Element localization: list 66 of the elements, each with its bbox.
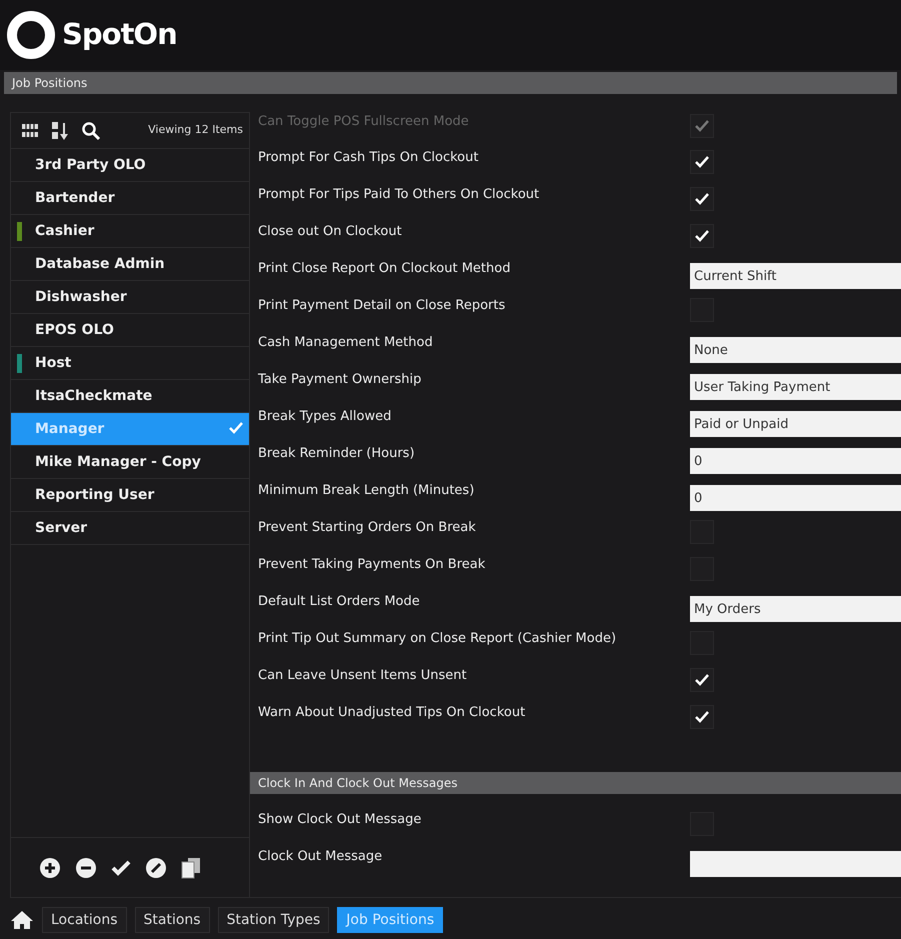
list-item[interactable]: 3rd Party OLO [11, 149, 249, 182]
setting-label: Can Toggle POS Fullscreen Mode [257, 113, 470, 131]
setting-label: Print Payment Detail on Close Reports [257, 297, 506, 315]
list-item[interactable]: Database Admin [11, 248, 249, 281]
setting-label: Default List Orders Mode [257, 593, 421, 611]
setting-label: Cash Management Method [257, 334, 434, 352]
setting-label: Take Payment Ownership [257, 371, 422, 389]
checkbox[interactable] [690, 150, 714, 174]
setting-label: Clock Out Message [257, 848, 384, 866]
checkbox[interactable] [690, 187, 714, 211]
remove-icon[interactable] [75, 856, 97, 878]
input-field[interactable]: My Orders [690, 596, 901, 622]
setting-label: Break Reminder (Hours) [257, 445, 416, 463]
setting-label: Break Types Allowed [257, 408, 392, 426]
tab[interactable]: Stations [134, 907, 210, 933]
logo-icon [6, 10, 56, 60]
tab[interactable]: Station Types [218, 907, 330, 933]
brand-name: SpotOn [62, 16, 177, 54]
input-field[interactable]: 0 [690, 485, 901, 511]
sort-az-icon[interactable] [51, 120, 69, 140]
setting-label: Show Clock Out Message [257, 811, 422, 829]
list-item[interactable]: Host [11, 347, 249, 380]
input-field[interactable]: 0 [690, 448, 901, 474]
check-icon [695, 674, 709, 686]
setting-label: Print Close Report On Clockout Method [257, 260, 512, 278]
input-field[interactable]: User Taking Payment [690, 374, 901, 400]
input-field[interactable]: Current Shift [690, 263, 901, 289]
setting-label: Close out On Clockout [257, 223, 403, 241]
home-icon[interactable] [10, 910, 34, 930]
setting-label: Can Leave Unsent Items Unsent [257, 667, 468, 685]
checkbox[interactable] [690, 224, 714, 248]
copy-icon[interactable] [181, 856, 201, 878]
check-icon [229, 422, 243, 434]
setting-label: Prevent Starting Orders On Break [257, 519, 477, 537]
list-item[interactable]: Cashier [11, 215, 249, 248]
list-item[interactable]: Mike Manager - Copy [11, 446, 249, 479]
checkbox[interactable] [690, 668, 714, 692]
check-icon [695, 230, 709, 242]
check-icon [695, 120, 709, 132]
tab[interactable]: Locations [42, 907, 127, 933]
check-icon [695, 193, 709, 205]
add-icon[interactable] [39, 856, 61, 878]
input-field[interactable] [690, 851, 901, 877]
checkbox[interactable] [690, 705, 714, 729]
setting-label: Prevent Taking Payments On Break [257, 556, 486, 574]
item-count: Viewing 12 Items [148, 122, 243, 138]
sort-letters-icon[interactable] [21, 122, 39, 138]
list-item[interactable]: EPOS OLO [11, 314, 249, 347]
list-item[interactable]: Server [11, 512, 249, 545]
check-icon [695, 156, 709, 168]
search-icon[interactable] [81, 120, 101, 140]
setting-label: Prompt For Cash Tips On Clockout [257, 149, 480, 167]
check-icon [695, 711, 709, 723]
list-item[interactable]: Bartender [11, 182, 249, 215]
setting-label: Minimum Break Length (Minutes) [257, 482, 476, 500]
input-field[interactable]: None [690, 337, 901, 363]
list-item[interactable]: Reporting User [11, 479, 249, 512]
disable-icon[interactable] [145, 856, 167, 878]
setting-label: Warn About Unadjusted Tips On Clockout [257, 704, 526, 722]
check-icon[interactable] [111, 860, 131, 876]
section-header: Clock In And Clock Out Messages [250, 772, 901, 794]
list-item[interactable]: Dishwasher [11, 281, 249, 314]
window-title: Job Positions [4, 72, 897, 94]
setting-label: Print Tip Out Summary on Close Report (Cashier Mode) [257, 630, 618, 648]
setting-label: Prompt For Tips Paid To Others On Clockout [257, 186, 540, 204]
input-field[interactable]: Paid or Unpaid [690, 411, 901, 437]
